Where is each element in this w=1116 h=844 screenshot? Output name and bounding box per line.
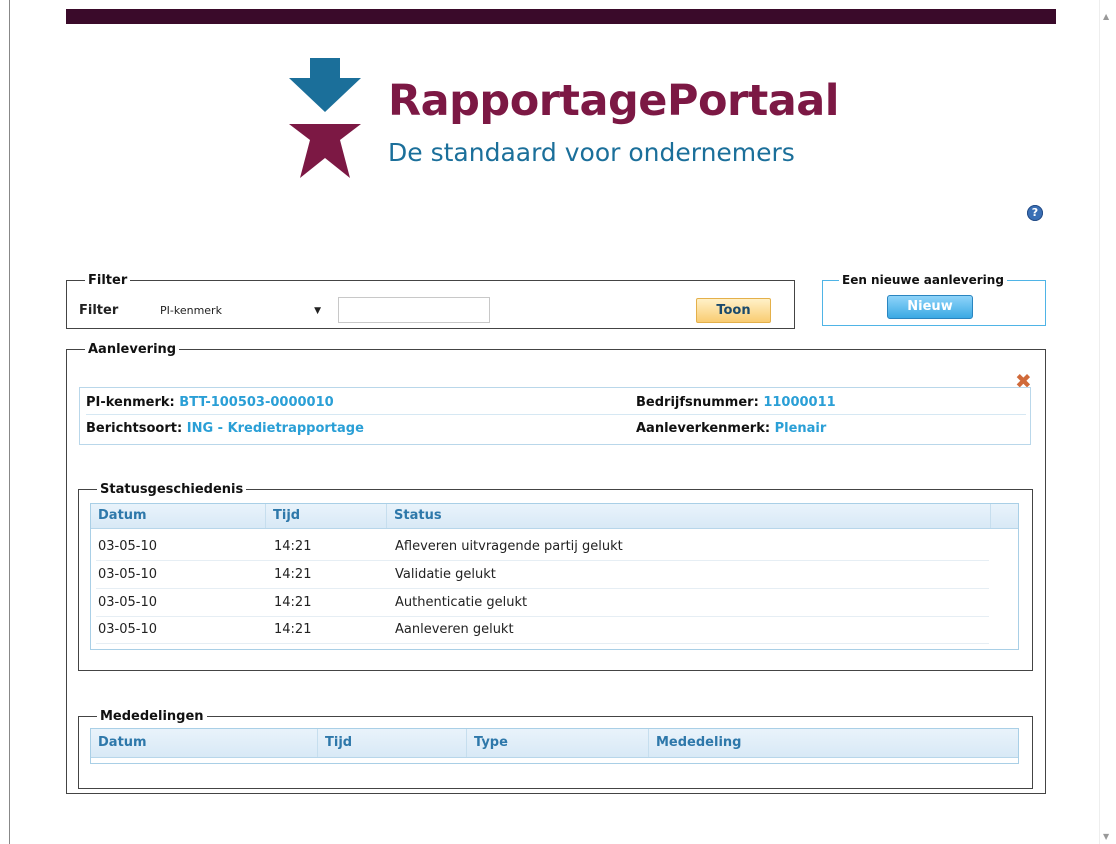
- logo-title: RapportagePortaal: [388, 76, 840, 126]
- vertical-scrollbar[interactable]: ▲ ▼: [1099, 0, 1116, 844]
- status-history-panel: Statusgeschiedenis Datum Tijd Status 03-…: [78, 482, 1033, 671]
- window-left-border: [0, 0, 10, 844]
- new-delivery-legend: Een nieuwe aanlevering: [842, 273, 1004, 287]
- scroll-up-icon[interactable]: ▲: [1103, 12, 1109, 21]
- cell-datum: 03-05-10: [98, 622, 158, 637]
- table-header: Datum Tijd Status: [91, 504, 1018, 529]
- table-row[interactable]: 03-05-10 14:21 Validatie gelukt: [96, 561, 989, 589]
- table-header: Datum Tijd Type Mededeling: [91, 729, 1018, 758]
- toon-button[interactable]: Toon: [696, 298, 771, 323]
- status-history-table: Datum Tijd Status 03-05-10 14:21 Aflever…: [90, 503, 1019, 650]
- notifications-legend: Mededelingen: [100, 709, 204, 724]
- table-row[interactable]: 03-05-10 14:21 Afleveren uitvragende par…: [96, 533, 989, 561]
- delivery-panel: Aanlevering ✖ PI-kenmerk: BTT-100503-000…: [66, 342, 1046, 794]
- table-row[interactable]: 03-05-10 14:21 Authenticatie gelukt: [96, 589, 989, 617]
- cell-datum: 03-05-10: [98, 595, 158, 610]
- column-header-tijd[interactable]: Tijd: [318, 729, 467, 757]
- table-row[interactable]: 03-05-10 14:21 Aanleveren gelukt: [96, 616, 989, 644]
- logo-arrows-icon: [289, 58, 361, 178]
- info-row: PI-kenmerk: BTT-100503-0000010 Bedrijfsn…: [86, 392, 1026, 415]
- chevron-down-icon[interactable]: ▼: [314, 301, 321, 321]
- filter-input[interactable]: [338, 297, 490, 323]
- filter-label: Filter: [79, 303, 119, 318]
- filter-select[interactable]: PI-kenmerk ▼: [155, 300, 328, 320]
- column-header-datum[interactable]: Datum: [91, 504, 266, 528]
- cell-datum: 03-05-10: [98, 539, 158, 554]
- cell-status: Aanleveren gelukt: [395, 622, 514, 637]
- cell-tijd: 14:21: [274, 622, 312, 637]
- notifications-panel: Mededelingen Datum Tijd Type Mededeling: [78, 709, 1033, 789]
- msgtype-value: ING - Kredietrapportage: [186, 421, 364, 436]
- rapportageportaal-logo: RapportagePortaal De standaard voor onde…: [288, 58, 848, 183]
- company-label: Bedrijfsnummer:: [636, 395, 759, 410]
- cell-status: Authenticatie gelukt: [395, 595, 528, 610]
- notifications-table: Datum Tijd Type Mededeling: [90, 728, 1019, 764]
- scroll-down-icon[interactable]: ▼: [1103, 832, 1109, 841]
- msgtype-label: Berichtsoort:: [86, 421, 183, 436]
- filter-panel: Filter Filter PI-kenmerk ▼ Toon: [66, 273, 795, 329]
- cell-status: Validatie gelukt: [395, 567, 496, 582]
- column-header-type[interactable]: Type: [467, 729, 649, 757]
- cell-status: Afleveren uitvragende partij gelukt: [395, 539, 623, 554]
- column-header-status[interactable]: Status: [387, 504, 991, 528]
- column-header-mededeling[interactable]: Mededeling: [649, 729, 1018, 757]
- info-row: Berichtsoort: ING - Kredietrapportage Aa…: [86, 418, 1026, 440]
- column-header-datum[interactable]: Datum: [91, 729, 318, 757]
- logo-subtitle: De standaard voor ondernemers: [388, 138, 795, 167]
- nieuw-button[interactable]: Nieuw: [887, 295, 973, 319]
- company-value: 11000011: [763, 395, 836, 410]
- ref-label: Aanleverkenmerk:: [636, 421, 771, 436]
- cell-tijd: 14:21: [274, 567, 312, 582]
- new-delivery-panel: Een nieuwe aanlevering Nieuw: [822, 273, 1046, 326]
- cell-tijd: 14:21: [274, 539, 312, 554]
- help-icon[interactable]: ?: [1027, 205, 1043, 221]
- header-bar: [66, 9, 1056, 24]
- cell-tijd: 14:21: [274, 595, 312, 610]
- status-history-legend: Statusgeschiedenis: [100, 482, 244, 497]
- filter-select-value: PI-kenmerk: [160, 304, 222, 317]
- column-header-tijd[interactable]: Tijd: [266, 504, 387, 528]
- delivery-legend: Aanlevering: [88, 342, 177, 357]
- pi-label: PI-kenmerk:: [86, 395, 175, 410]
- delivery-info: PI-kenmerk: BTT-100503-0000010 Bedrijfsn…: [79, 387, 1031, 445]
- pi-value: BTT-100503-0000010: [179, 395, 334, 410]
- ref-value: Plenair: [774, 421, 827, 436]
- cell-datum: 03-05-10: [98, 567, 158, 582]
- filter-legend: Filter: [88, 273, 128, 288]
